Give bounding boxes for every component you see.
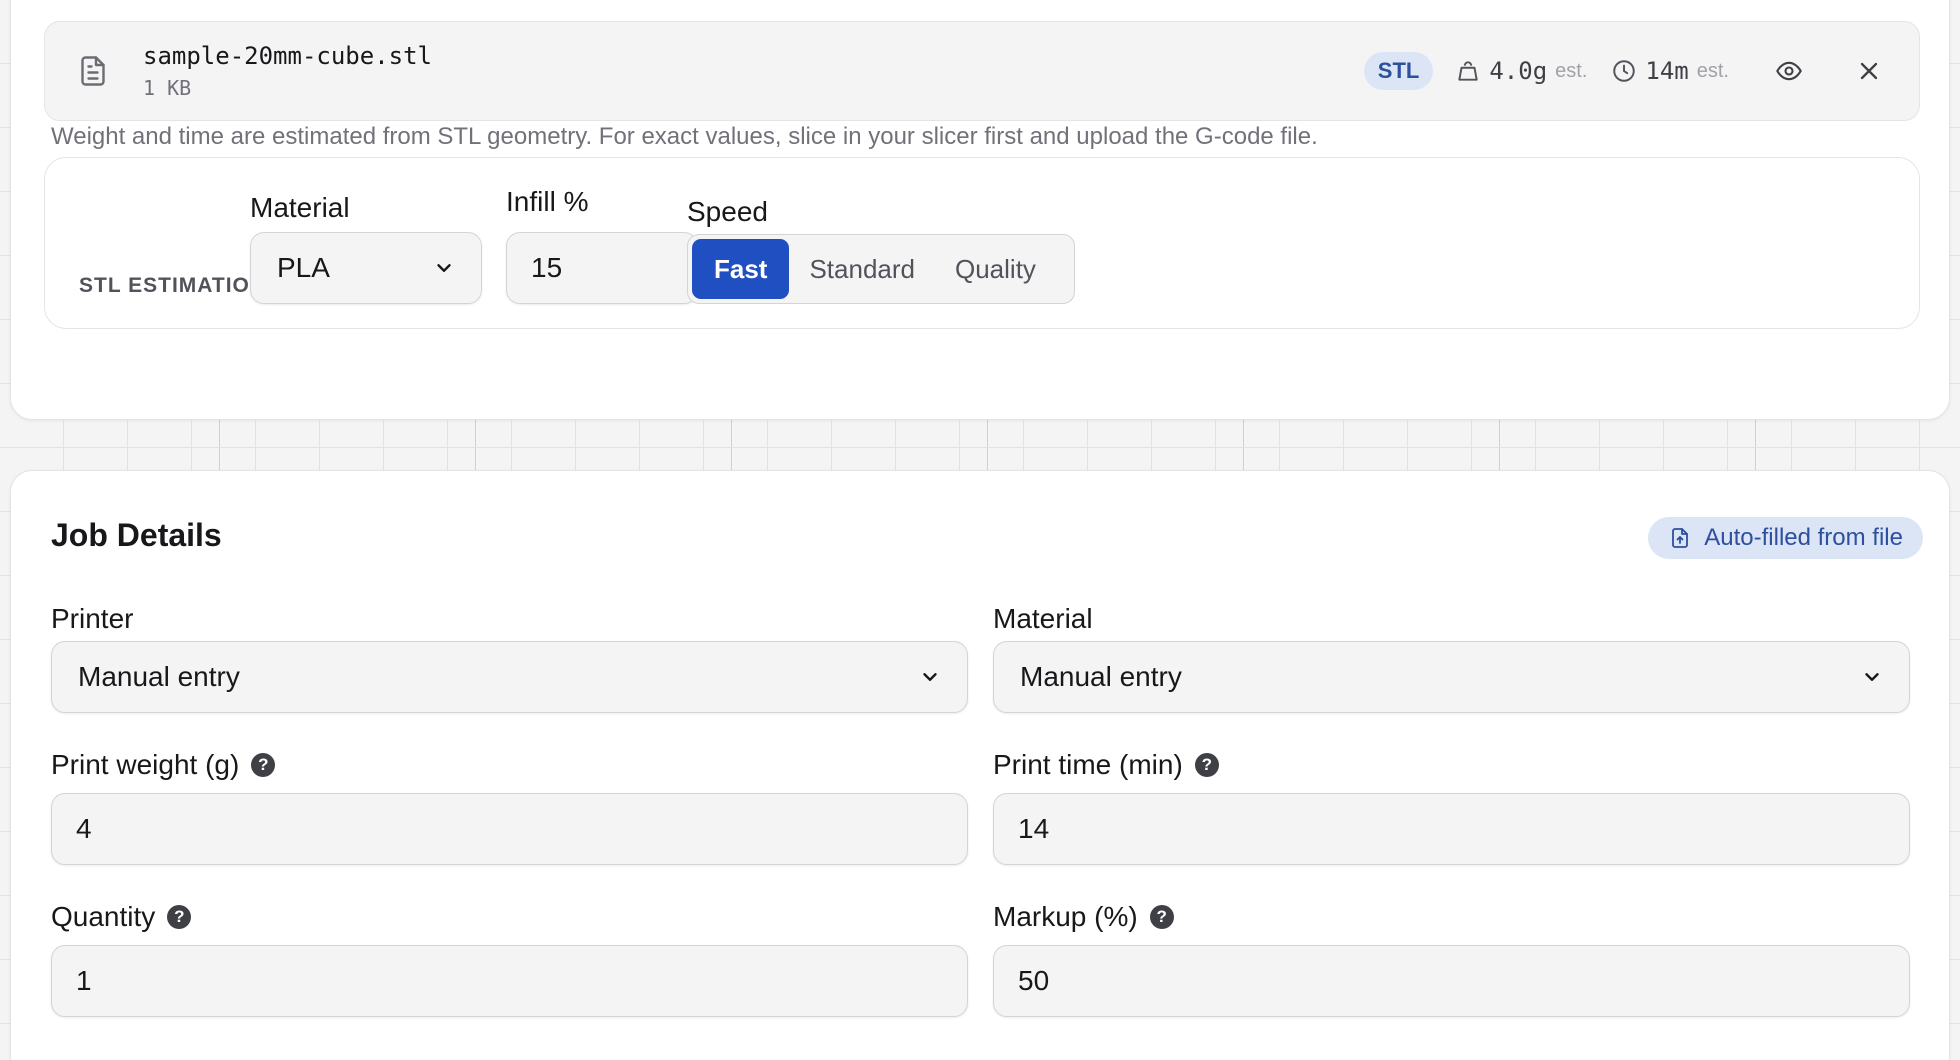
infill-label: Infill % [506,186,589,217]
stl-estimation-panel: STL ESTIMATION Material PLA Infill % 15 … [44,157,1920,329]
print-weight-input[interactable]: 4 [51,793,968,865]
quantity-label: Quantity? [51,901,192,933]
infill-input[interactable]: 15 [506,232,698,304]
preview-button[interactable] [1769,51,1809,91]
uploaded-file-row: sample-20mm-cube.stl 1 KB STL 4.0g est. … [44,21,1920,121]
markup-input[interactable]: 50 [993,945,1910,1017]
markup-label-text: Markup (%) [993,901,1138,932]
quantity-input[interactable]: 1 [51,945,968,1017]
stl-material-select[interactable]: PLA [250,232,482,304]
file-type-badge: STL [1363,52,1434,90]
markup-value: 50 [1018,965,1050,996]
weight-icon [1458,61,1478,81]
file-text-icon [75,53,111,89]
material-select[interactable]: Manual entry [993,641,1910,713]
material-value: Manual entry [1020,661,1182,692]
estimation-hint: Weight and time are estimated from STL g… [51,123,1318,150]
quantity-value: 1 [76,965,92,996]
time-est-suffix: est. [1696,59,1729,82]
file-upload-card: sample-20mm-cube.stl 1 KB STL 4.0g est. … [10,0,1950,420]
weight-est-suffix: est. [1555,59,1588,82]
time-value: 14m [1645,57,1689,85]
print-weight-label: Print weight (g)? [51,749,276,781]
autofilled-badge: Auto-filled from file [1648,517,1923,559]
print-time-label-text: Print time (min) [993,749,1183,780]
print-time-input[interactable]: 14 [993,793,1910,865]
printer-label: Printer [51,603,134,634]
stl-material-label: Material [250,192,350,223]
autofilled-badge-label: Auto-filled from file [1704,524,1903,551]
file-size: 1 KB [143,76,192,100]
infill-value: 15 [531,252,563,283]
printer-select[interactable]: Manual entry [51,641,968,713]
print-weight-label-text: Print weight (g) [51,749,240,780]
eye-icon [1776,61,1802,81]
speed-option-quality[interactable]: Quality [935,239,1056,299]
speed-option-standard[interactable]: Standard [789,239,935,299]
file-upload-icon [1672,528,1689,548]
print-time-value: 14 [1018,813,1050,844]
print-time-label: Print time (min)? [993,749,1219,781]
close-icon [1860,62,1878,80]
clock-icon [1613,60,1636,82]
chevron-down-icon [1865,673,1879,681]
weight-value: 4.0g [1489,57,1548,85]
job-details-card: Job Details Auto-filled from file Printe… [10,470,1950,1060]
quantity-label-text: Quantity [51,901,156,932]
material-label: Material [993,603,1093,634]
file-name: sample-20mm-cube.stl [143,42,432,70]
help-icon[interactable]: ? [1149,904,1174,929]
remove-file-button[interactable] [1849,51,1889,91]
help-icon[interactable]: ? [1194,752,1219,777]
job-details-title: Job Details [51,517,222,553]
speed-label: Speed [687,196,768,227]
speed-option-fast[interactable]: Fast [692,239,790,299]
markup-label: Markup (%)? [993,901,1174,933]
weight-estimate: 4.0g est. [1455,57,1587,85]
printer-value: Manual entry [78,661,240,692]
help-icon[interactable]: ? [251,752,276,777]
stl-material-value: PLA [277,252,330,283]
help-icon[interactable]: ? [167,904,192,929]
time-estimate: 14m est. [1611,57,1729,85]
chevron-down-icon [437,264,451,272]
speed-toggle: Fast Standard Quality [687,234,1075,304]
stl-estimation-label: STL ESTIMATION [79,274,267,297]
print-weight-value: 4 [76,813,92,844]
chevron-down-icon [923,673,937,681]
